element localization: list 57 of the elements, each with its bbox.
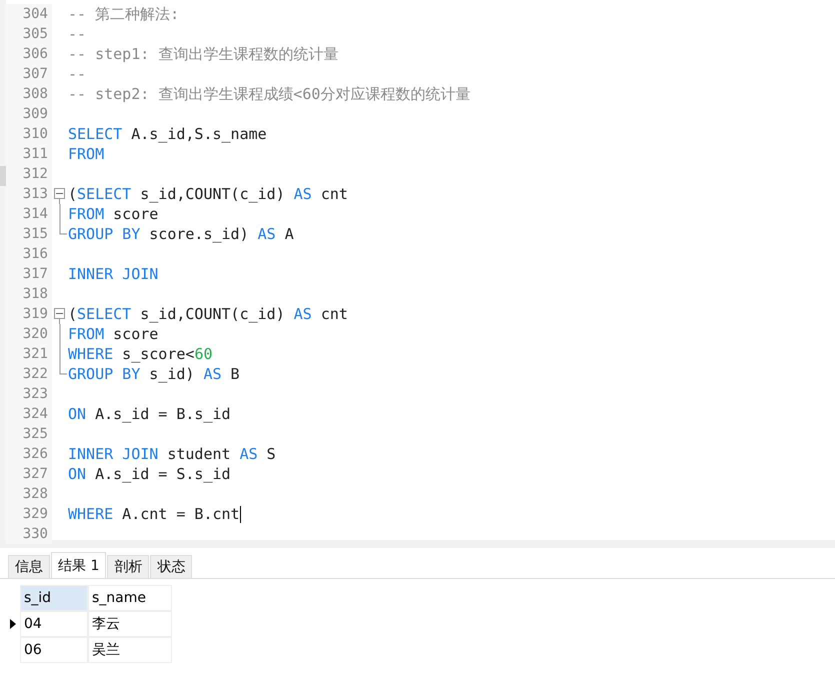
line-number: 330	[6, 524, 52, 544]
result-tab[interactable]: 剖析	[107, 555, 150, 578]
cell-text: 04	[24, 616, 42, 632]
result-tab[interactable]: 状态	[150, 555, 192, 578]
column-header[interactable]: s_id	[20, 585, 88, 611]
code-line: -- step1: 查询出学生课程数的统计量	[68, 44, 338, 64]
line-number: 318	[6, 284, 52, 304]
code-line: (SELECT s_id,COUNT(c_id) AS cnt	[68, 184, 348, 204]
code-line: -- 第二种解法:	[68, 4, 180, 24]
line-number: 313	[6, 184, 52, 204]
line-number: 326	[6, 444, 52, 464]
code-line: GROUP BY score.s_id) AS A	[68, 224, 294, 244]
code-line: INNER JOIN	[68, 264, 158, 284]
code-line: ON A.s_id = S.s_id	[68, 464, 231, 484]
line-number: 310	[6, 124, 52, 144]
line-number: 325	[6, 424, 52, 444]
code-line: FROM score	[68, 324, 158, 344]
line-number: 306	[6, 44, 52, 64]
line-number: 324	[6, 404, 52, 424]
column-header[interactable]: s_name	[88, 585, 172, 611]
line-number: 315	[6, 224, 52, 244]
code-line: --	[68, 24, 86, 44]
code-line: WHERE s_score<60	[68, 344, 212, 364]
line-number: 309	[6, 104, 52, 124]
line-number: 322	[6, 364, 52, 384]
code-line: INNER JOIN student AS S	[68, 444, 276, 464]
cell-text: 06	[24, 642, 42, 658]
line-number: 319	[6, 304, 52, 324]
line-number: 307	[6, 64, 52, 84]
line-number: 329	[6, 504, 52, 524]
code-line: FROM	[68, 144, 104, 164]
line-number: 320	[6, 324, 52, 344]
line-number: 311	[6, 144, 52, 164]
result-tab[interactable]: 结果 1	[51, 552, 106, 578]
line-number: 314	[6, 204, 52, 224]
result-tab[interactable]: 信息	[8, 555, 50, 578]
code-line: --	[68, 64, 86, 84]
code-line: WHERE A.cnt = B.cnt	[68, 504, 241, 524]
code-line: GROUP BY s_id) AS B	[68, 364, 240, 384]
line-number: 317	[6, 264, 52, 284]
line-number: 321	[6, 344, 52, 364]
line-number: 327	[6, 464, 52, 484]
code-line: FROM score	[68, 204, 158, 224]
code-line: SELECT A.s_id,S.s_name	[68, 124, 267, 144]
line-number: 304	[6, 4, 52, 24]
code-line: ON A.s_id = B.s_id	[68, 404, 231, 424]
cell-text: 李云	[92, 616, 120, 632]
line-number: 323	[6, 384, 52, 404]
scroll-marker	[0, 166, 6, 186]
line-number: 312	[6, 164, 52, 184]
code-line: -- step2: 查询出学生课程成绩<60分对应课程数的统计量	[68, 84, 470, 104]
cell-text: 吴兰	[92, 642, 120, 658]
line-number: 316	[6, 244, 52, 264]
line-number: 305	[6, 24, 52, 44]
code-line: (SELECT s_id,COUNT(c_id) AS cnt	[68, 304, 348, 324]
line-number: 308	[6, 84, 52, 104]
line-number: 328	[6, 484, 52, 504]
